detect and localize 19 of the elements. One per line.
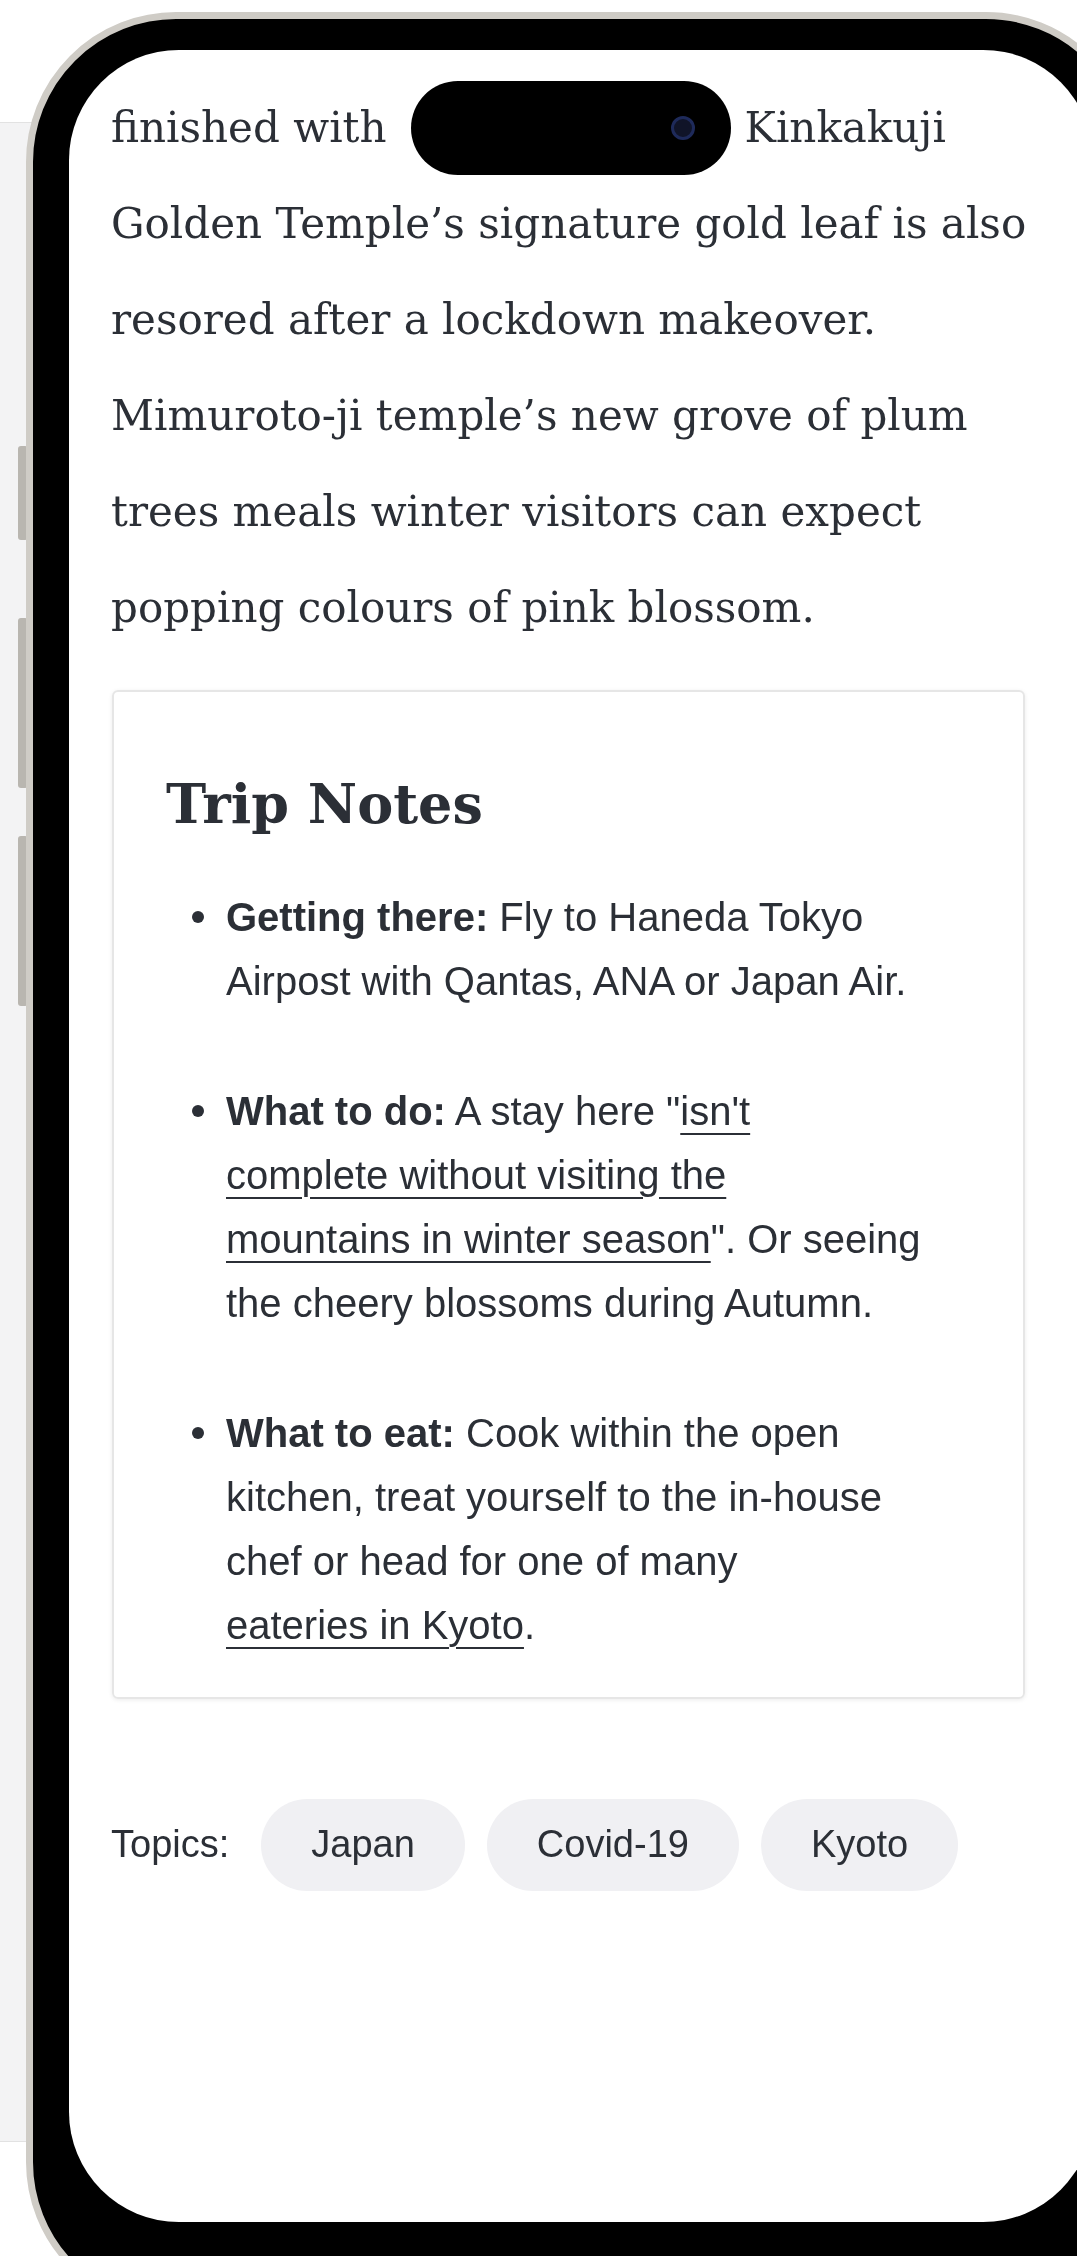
topics-label: Topics: — [111, 1822, 230, 1868]
bullet-icon — [192, 1426, 204, 1439]
topic-tag[interactable]: Japan — [261, 1798, 465, 1891]
bullet-icon — [192, 1104, 204, 1117]
text-link[interactable]: eateries in Kyoto — [226, 1602, 524, 1647]
text-link[interactable]: isn't — [680, 1088, 751, 1133]
article-text: finished with — [111, 102, 387, 154]
text-link[interactable]: mountains in winter season — [226, 1216, 711, 1261]
card-title: Trip Notes — [166, 772, 484, 837]
list-item-text: What to eat: Cook within the open kitchen, treat yourself to the in-house chef or head for one of many eateries in Kyoto. — [226, 1409, 883, 1649]
topic-tag[interactable]: Covid-19 — [486, 1798, 739, 1891]
text-link[interactable]: complete without visiting the — [226, 1152, 727, 1197]
list-item-text: What to do: A stay here "isn't complete without visiting the mountains in winter season". Or seeing the cheery blossoms during Autumn. — [226, 1087, 922, 1327]
article-text: Kinkakuji — [744, 102, 946, 154]
list-item-text: Getting there: Fly to Haneda Tokyo Airpost with Qantas, ANA or Japan Air. — [226, 893, 908, 1005]
camera-icon — [670, 116, 695, 140]
bullet-icon — [192, 910, 204, 923]
article-paragraph: Golden Temple’s signature gold leaf is also resored after a lockdown makeover. Mimuroto-ji temple’s new grove of plum trees meals winter visitors can expect popping colours of pink blossom. — [111, 198, 1028, 634]
topic-tag[interactable]: Kyoto — [760, 1798, 959, 1891]
